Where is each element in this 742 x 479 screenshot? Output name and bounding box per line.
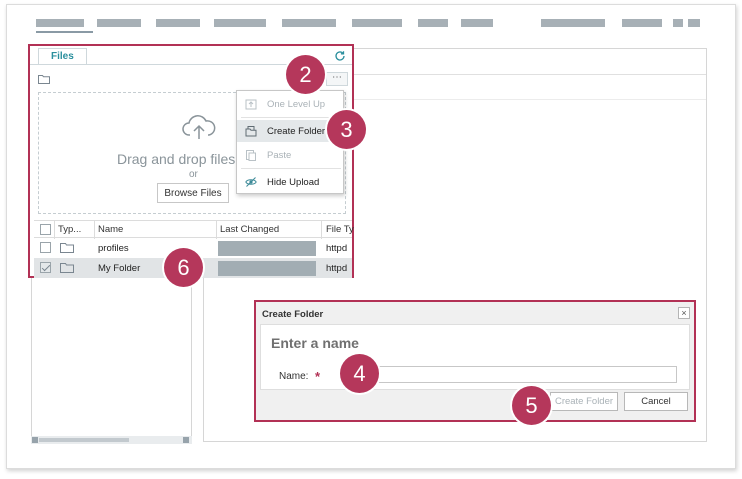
horizontal-scrollbar[interactable] — [31, 436, 192, 444]
or-text: or — [189, 169, 198, 180]
callout-badge-3: 3 — [327, 110, 366, 149]
column-divider — [321, 221, 322, 239]
dropzone-text: Drag and drop files — [117, 151, 236, 167]
file-table-header: Typ... Name Last Changed File Ty — [34, 220, 354, 239]
column-header-file-type[interactable]: File Ty — [326, 224, 354, 235]
level-up-icon — [245, 99, 257, 110]
column-divider — [94, 221, 95, 239]
create-folder-button[interactable]: Create Folder — [550, 392, 618, 411]
nav-item-3[interactable] — [156, 19, 200, 27]
row-name[interactable]: profiles — [98, 243, 129, 254]
folder-icon — [60, 243, 74, 253]
dialog-body: Enter a name Name: * — [260, 324, 690, 390]
callout-badge-5: 5 — [512, 386, 551, 425]
menu-item-label: Paste — [267, 150, 292, 161]
cloud-upload-icon — [182, 115, 216, 139]
callout-badge-4: 4 — [340, 354, 379, 393]
select-all-checkbox[interactable] — [40, 224, 51, 235]
row-last-changed — [218, 261, 316, 276]
column-header-last-changed[interactable]: Last Changed — [220, 224, 279, 235]
name-label: Name: — [279, 371, 309, 382]
dialog-title: Create Folder — [262, 309, 324, 320]
paste-icon — [246, 150, 256, 161]
menu-item-paste[interactable]: Paste — [237, 144, 343, 166]
row-last-changed — [218, 241, 316, 256]
nav-item-7[interactable] — [418, 19, 448, 27]
scroll-left-arrow[interactable] — [32, 437, 38, 443]
row-name[interactable]: My Folder — [98, 263, 140, 274]
menu-item-label: One Level Up — [267, 99, 326, 110]
browse-files-button[interactable]: Browse Files — [157, 183, 229, 203]
nav-item-4[interactable] — [214, 19, 266, 27]
row-checkbox[interactable] — [40, 262, 51, 273]
dialog-heading: Enter a name — [271, 335, 359, 351]
row-file-type: httpd — [326, 263, 348, 274]
close-icon[interactable]: × — [678, 307, 690, 319]
nav-right-item-1[interactable] — [541, 19, 605, 27]
nav-item-6[interactable] — [352, 19, 402, 27]
row-file-type: httpd — [326, 243, 348, 254]
create-folder-icon — [245, 126, 257, 137]
scroll-right-arrow[interactable] — [183, 437, 189, 443]
menu-item-label: Create Folder — [267, 126, 326, 137]
menu-item-one-level-up[interactable]: One Level Up — [237, 93, 343, 115]
column-header-type[interactable]: Typ... — [58, 224, 81, 235]
callout-badge-2: 2 — [286, 55, 325, 94]
folder-name-input[interactable] — [357, 366, 677, 383]
nav-right-item-4[interactable] — [688, 19, 700, 27]
tab-files[interactable]: Files — [38, 48, 87, 64]
column-divider — [54, 221, 55, 239]
nav-item-5[interactable] — [282, 19, 336, 27]
menu-item-label: Hide Upload — [267, 177, 320, 188]
context-menu: One Level Up Create Folder Paste Hide Up… — [236, 90, 344, 194]
create-folder-dialog: Create Folder × Enter a name Name: * Cre… — [254, 300, 696, 422]
folder-icon[interactable] — [38, 74, 50, 84]
row-checkbox[interactable] — [40, 242, 51, 253]
scroll-thumb[interactable] — [39, 438, 129, 442]
cancel-button[interactable]: Cancel — [624, 392, 688, 411]
nav-right-item-2[interactable] — [622, 19, 662, 27]
column-divider — [216, 221, 217, 239]
menu-item-hide-upload[interactable]: Hide Upload — [237, 171, 343, 193]
nav-active-indicator — [36, 31, 93, 33]
column-header-name[interactable]: Name — [98, 224, 123, 235]
nav-item-2[interactable] — [97, 19, 141, 27]
menu-separator — [241, 117, 341, 118]
nav-item-8[interactable] — [461, 19, 493, 27]
menu-separator — [241, 168, 341, 169]
callout-badge-6: 6 — [164, 248, 203, 287]
nav-right-item-3[interactable] — [673, 19, 683, 27]
folder-icon — [60, 263, 74, 273]
required-indicator: * — [315, 369, 321, 384]
refresh-icon[interactable] — [334, 50, 346, 62]
eye-hide-icon — [245, 177, 257, 187]
more-options-button[interactable]: ⋯ — [326, 72, 348, 86]
nav-item-1[interactable] — [36, 19, 84, 27]
